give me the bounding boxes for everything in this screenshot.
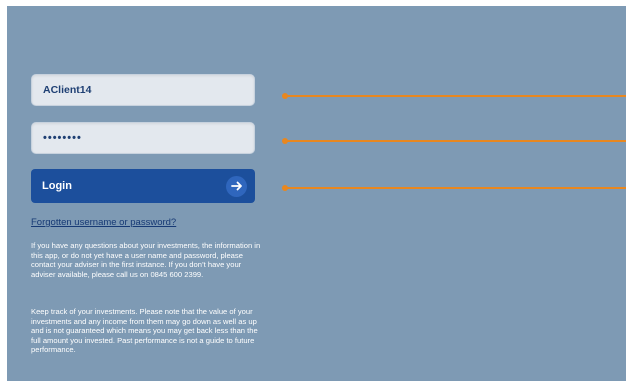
password-callout-line [282, 138, 626, 144]
username-callout-line [282, 93, 626, 99]
help-text: If you have any questions about your inv… [31, 241, 261, 279]
callout-dot [282, 93, 288, 99]
username-field[interactable]: AClient14 [31, 74, 255, 106]
password-field[interactable]: •••••••• [31, 122, 255, 154]
callout-dot [282, 185, 288, 191]
callout-dot [282, 138, 288, 144]
arrow-right-icon [226, 175, 247, 197]
login-button-label: Login [42, 180, 72, 192]
forgot-credentials-link[interactable]: Forgotten username or password? [31, 217, 176, 228]
username-value: AClient14 [43, 84, 92, 96]
password-value: •••••••• [43, 132, 82, 144]
login-button[interactable]: Login [31, 169, 255, 203]
login-callout-line [282, 185, 626, 191]
disclaimer-text: Keep track of your investments. Please n… [31, 307, 258, 354]
app-screen: AClient14 •••••••• Login Forgotten usern… [7, 6, 626, 381]
